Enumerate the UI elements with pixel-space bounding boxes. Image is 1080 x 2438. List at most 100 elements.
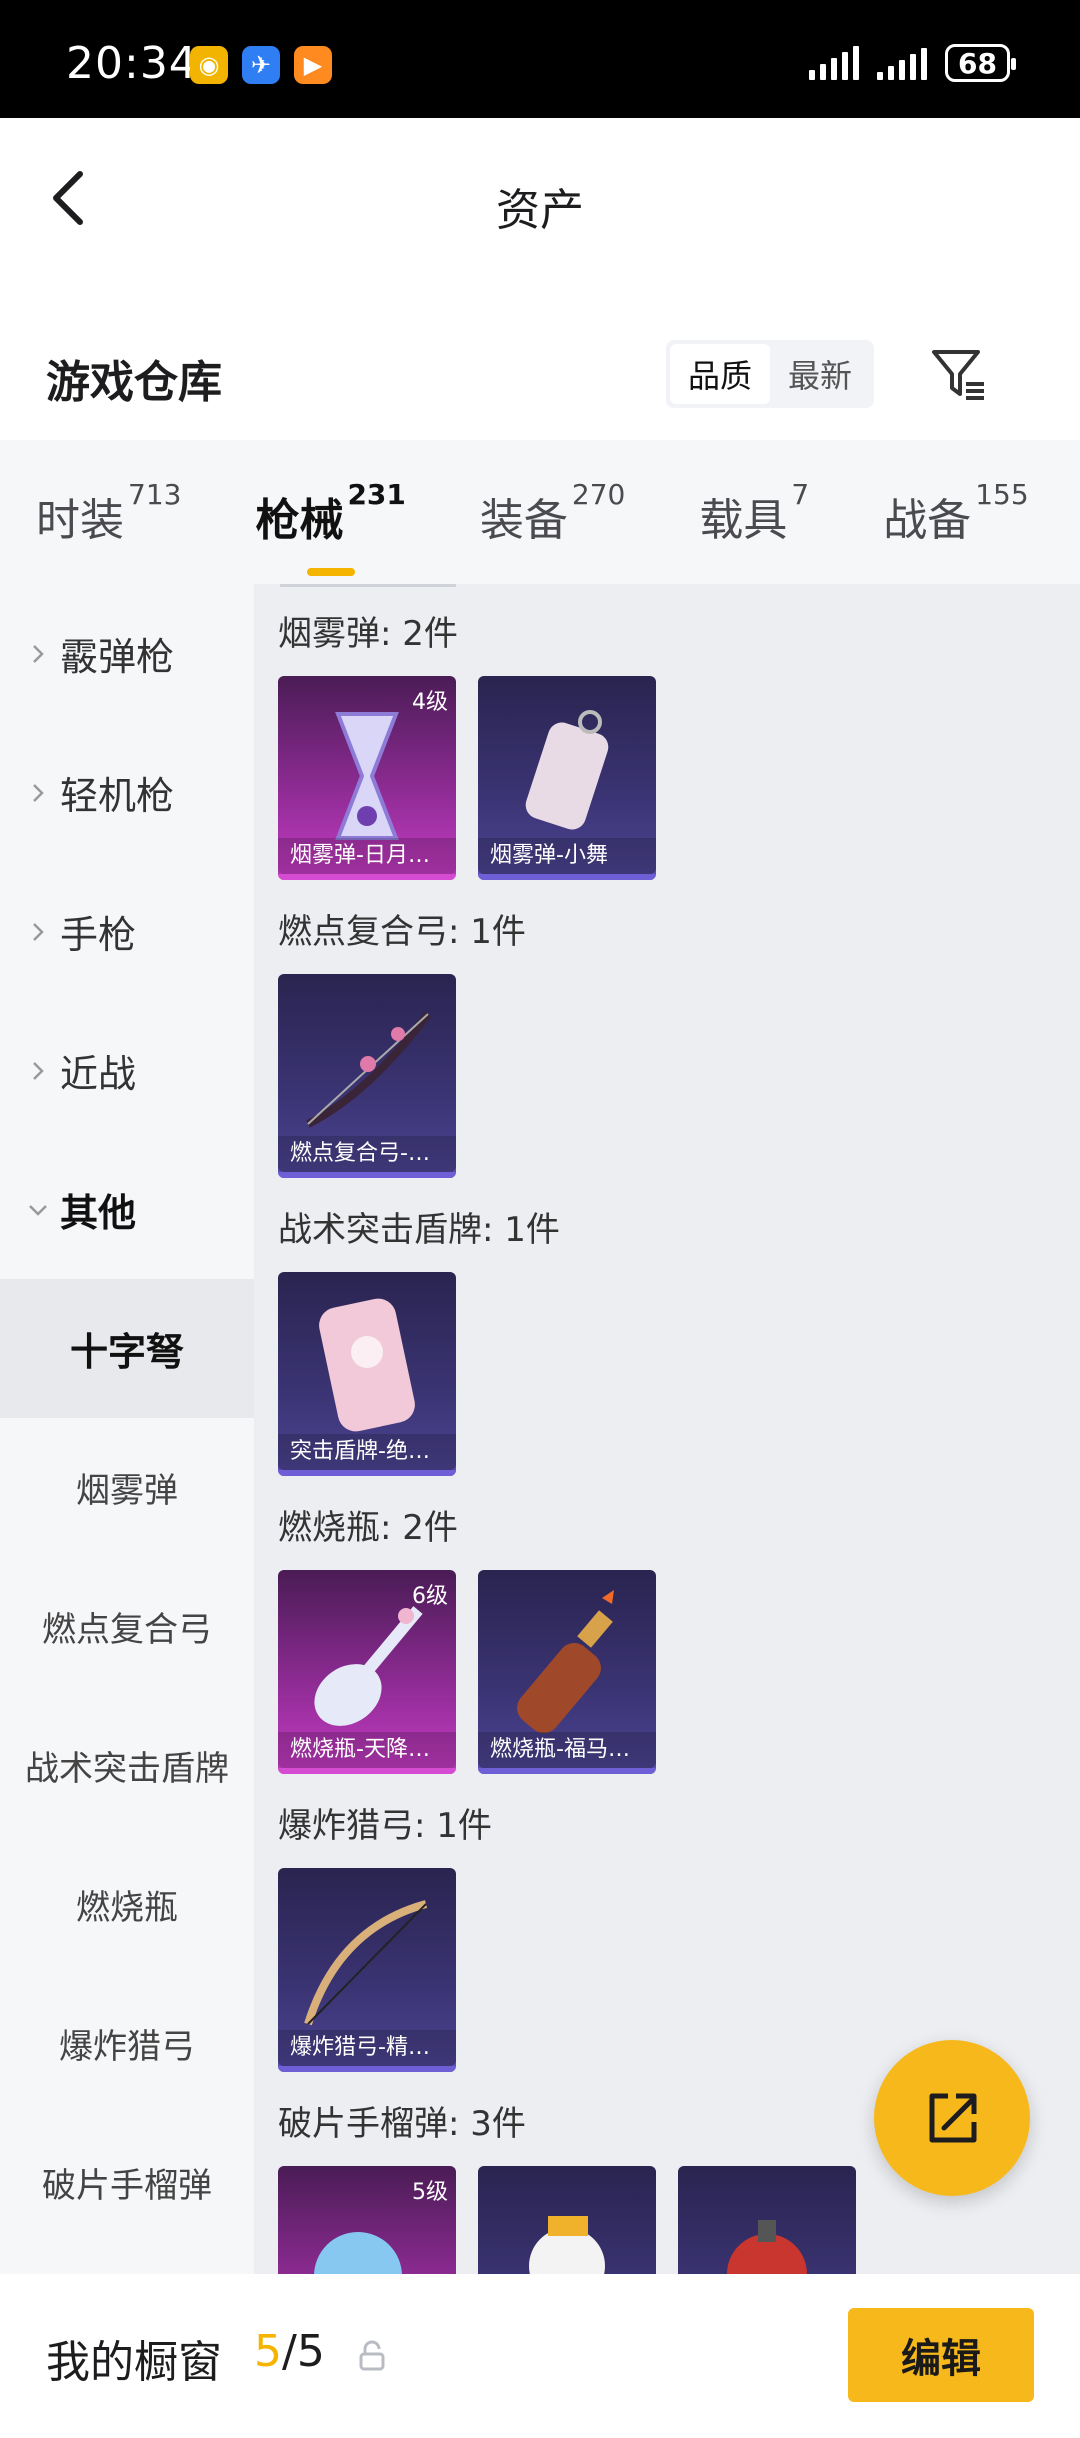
item-name: 燃烧瓶-天降… <box>278 1732 456 1768</box>
sidebar-sub-frag-grenade[interactable]: 破片手榴弹 <box>0 2113 254 2252</box>
warehouse-header: 游戏仓库 品质 最新 <box>0 310 1080 440</box>
sidebar-item-other[interactable]: 其他 <box>0 1140 254 1279</box>
group-title: 爆炸猎弓: 1件 <box>278 1806 492 1846</box>
snowman-grenade-icon <box>529 2216 605 2274</box>
item-name: 烟雾弹-小舞 <box>478 838 656 874</box>
item-card[interactable] <box>678 2166 856 2274</box>
item-card[interactable]: 5级 <box>278 2166 456 2274</box>
item-card[interactable] <box>478 2166 656 2274</box>
item-name: 突击盾牌-绝… <box>278 1434 456 1470</box>
item-card[interactable]: 爆炸猎弓-精… <box>278 1868 456 2072</box>
red-grenade-icon <box>727 2220 807 2274</box>
app-icon-yellow: ◉ <box>190 46 228 84</box>
item-group-shield: 战术突击盾牌: 1件 突击盾牌-绝… <box>278 1200 560 1476</box>
share-icon <box>929 2093 977 2143</box>
item-card[interactable]: 4级 烟雾弹-日月… <box>278 676 456 880</box>
item-group-molotov: 燃烧瓶: 2件 6级 燃烧瓶-天降… 燃烧瓶-福马… <box>278 1498 656 1774</box>
item-name: 燃点复合弓-… <box>278 1136 456 1172</box>
status-time: 20:34 <box>66 38 198 89</box>
sidebar-label: 其他 <box>60 1191 137 1235</box>
tab-vehicles[interactable]: 载具7 <box>699 478 809 548</box>
page-title: 资产 <box>496 185 584 236</box>
showcase-title: 我的橱窗 <box>46 2337 222 2388</box>
share-button[interactable] <box>874 2040 1030 2196</box>
showcase-current: 5 <box>254 2326 282 2377</box>
filter-icon[interactable] <box>928 344 988 404</box>
app-icon-orange: ▶ <box>294 46 332 84</box>
item-card[interactable]: 突击盾牌-绝… <box>278 1272 456 1476</box>
sidebar-sub-shield[interactable]: 战术突击盾牌 <box>0 1696 254 1835</box>
nav-bar: 资产 <box>0 118 1080 278</box>
tab-label: 时装 <box>36 495 124 546</box>
warehouse-title: 游戏仓库 <box>46 357 222 408</box>
tab-count: 7 <box>791 478 810 511</box>
sort-toggle: 品质 最新 <box>666 340 874 408</box>
sort-quality-button[interactable]: 品质 <box>670 344 770 404</box>
item-group-compound-bow: 燃点复合弓: 1件 燃点复合弓-… <box>278 902 526 1178</box>
showcase-count: 5/5 <box>254 2326 325 2377</box>
group-title: 燃点复合弓: 1件 <box>278 912 526 952</box>
item-card[interactable]: 燃烧瓶-福马… <box>478 1570 656 1774</box>
showcase-separator: / <box>282 2326 297 2377</box>
category-sidebar: 霰弹枪 轻机枪 手枪 近战 其他 十字弩 烟雾弹 燃点复合弓 战术突击盾牌 燃烧… <box>0 584 254 2274</box>
tab-count: 713 <box>128 478 182 511</box>
item-grid: 烟雾弹: 2件 4级 烟雾弹-日月… 烟雾弹-小舞 燃点复合弓: 1件 燃点复合… <box>254 584 1080 2274</box>
item-group-explosive-bow: 爆炸猎弓: 1件 爆炸猎弓-精… <box>278 1796 492 2072</box>
tab-label: 装备 <box>479 495 568 546</box>
sidebar-label: 手枪 <box>60 913 137 957</box>
app-icon-blue: ✈ <box>242 46 280 84</box>
group-title: 破片手榴弹: 3件 <box>278 2104 526 2144</box>
sidebar-item-shotgun[interactable]: 霰弹枪 <box>0 584 254 723</box>
battery-level: 68 <box>958 46 997 80</box>
status-app-icons: ◉ ✈ ▶ <box>190 46 332 84</box>
sidebar-sub-crossbow[interactable]: 十字弩 <box>0 1279 254 1418</box>
sidebar-sub-smoke[interactable]: 烟雾弹 <box>0 1418 254 1557</box>
sidebar-label: 近战 <box>60 1052 137 1096</box>
sidebar-sub-compound-bow[interactable]: 燃点复合弓 <box>0 1557 254 1696</box>
item-group-smoke: 烟雾弹: 2件 4级 烟雾弹-日月… 烟雾弹-小舞 <box>278 604 656 880</box>
battery-icon: 68 <box>945 44 1016 82</box>
group-title: 燃烧瓶: 2件 <box>278 1508 458 1548</box>
chevron-right-icon <box>33 922 44 941</box>
tab-firearms[interactable]: 枪械231 <box>255 478 406 576</box>
sort-newest-button[interactable]: 最新 <box>770 344 870 404</box>
tab-count: 270 <box>571 478 626 511</box>
item-card[interactable]: 燃点复合弓-… <box>278 974 456 1178</box>
group-title: 烟雾弹: 2件 <box>278 614 458 654</box>
category-tabs: 时装713 枪械231 装备270 载具7 战备155 <box>0 440 1080 584</box>
item-card[interactable]: 烟雾弹-小舞 <box>478 676 656 880</box>
item-name: 烟雾弹-日月… <box>278 838 456 874</box>
tab-label: 载具 <box>699 495 788 546</box>
sidebar-item-lmg[interactable]: 轻机枪 <box>0 723 254 862</box>
item-level: 4级 <box>412 690 448 715</box>
tab-equipment[interactable]: 装备270 <box>479 478 625 548</box>
tab-fashion[interactable]: 时装713 <box>36 478 181 548</box>
chevron-down-icon <box>29 1204 47 1216</box>
status-indicators: 68 <box>809 44 1016 82</box>
item-card[interactable]: 6级 燃烧瓶-天降… <box>278 1570 456 1774</box>
item-name: 燃烧瓶-福马… <box>478 1732 656 1768</box>
sidebar-label: 轻机枪 <box>60 774 175 818</box>
showcase-total: 5 <box>296 2326 325 2377</box>
chevron-right-icon <box>33 783 44 802</box>
lock-icon <box>359 2340 385 2371</box>
tab-active-indicator <box>306 568 355 576</box>
item-group-frag-grenade: 破片手榴弹: 3件 5级 <box>278 2094 856 2274</box>
item-level: 5级 <box>412 2180 448 2205</box>
showcase-bar: 我的橱窗 5/5 编辑 <box>0 2274 1080 2438</box>
chevron-right-icon <box>33 644 44 663</box>
chevron-right-icon <box>33 1061 44 1080</box>
group-title: 战术突击盾牌: 1件 <box>278 1210 560 1250</box>
edit-button[interactable]: 编辑 <box>848 2308 1034 2402</box>
tab-supplies[interactable]: 战备155 <box>883 478 1028 548</box>
sidebar-item-melee[interactable]: 近战 <box>0 1001 254 1140</box>
signal-icon-2 <box>877 46 928 80</box>
sidebar-item-pistol[interactable]: 手枪 <box>0 862 254 1001</box>
sidebar-sub-explosive-bow[interactable]: 爆炸猎弓 <box>0 1974 254 2113</box>
tab-count: 155 <box>975 478 1029 511</box>
tab-count: 231 <box>347 478 406 511</box>
tab-label: 战备 <box>883 495 972 546</box>
sidebar-sub-molotov[interactable]: 燃烧瓶 <box>0 1835 254 1974</box>
status-bar: 20:34 ◉ ✈ ▶ 68 <box>0 0 1080 118</box>
item-name: 爆炸猎弓-精… <box>278 2030 456 2066</box>
